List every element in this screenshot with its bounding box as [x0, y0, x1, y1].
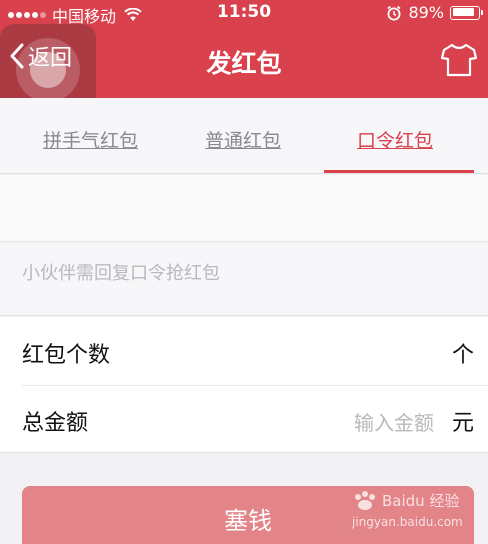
password-section: 小伙伴需回复口令抢红包: [0, 243, 488, 316]
password-input[interactable]: 小伙伴需回复口令抢红包: [22, 259, 220, 285]
shirt-icon[interactable]: [440, 42, 478, 78]
alarm-icon: [387, 5, 402, 20]
battery-icon: [450, 5, 483, 20]
count-label: 红包个数: [22, 343, 111, 368]
count-row: 红包个数 个: [0, 317, 488, 385]
page-title: 发红包: [206, 49, 282, 78]
tab-password-envelope[interactable]: 口令红包: [357, 126, 433, 153]
amount-label: 总金额: [22, 411, 89, 436]
amount-input[interactable]: 输入金额: [354, 407, 434, 436]
tab-selected-indicator: [324, 170, 474, 173]
battery-percent: 89%: [408, 3, 444, 22]
nav-bar: 返回 发红包: [0, 24, 488, 120]
battery-fill: [452, 8, 474, 16]
count-unit: 个: [451, 343, 474, 368]
watermark-brand: Baidu 经验: [382, 492, 459, 510]
envelope-form: 红包个数 个 总金额 输入金额 元: [0, 317, 488, 453]
screen: 中国移动 11:50 89% 返回 发红包 拼手气红包 普通红包 口令红包 小伙…: [0, 0, 488, 544]
tab-lucky-envelope[interactable]: 拼手气红包: [43, 126, 138, 153]
tab-normal-envelope[interactable]: 普通红包: [205, 126, 281, 153]
header: 中国移动 11:50 89% 返回 发红包: [0, 0, 488, 120]
watermark-url: jingyan.baidu.com: [351, 515, 463, 529]
status-bar: 中国移动 11:50 89%: [0, 0, 488, 26]
blank-section: [0, 175, 488, 242]
envelope-type-tabs: 拼手气红包 普通红包 口令红包: [0, 98, 488, 174]
amount-row: 总金额 输入金额 元: [0, 385, 488, 453]
amount-unit: 元: [451, 411, 474, 436]
status-right: 89%: [386, 3, 483, 22]
baidu-watermark-logo: Baidu 经验 jingyan.baidu.com: [351, 491, 463, 529]
